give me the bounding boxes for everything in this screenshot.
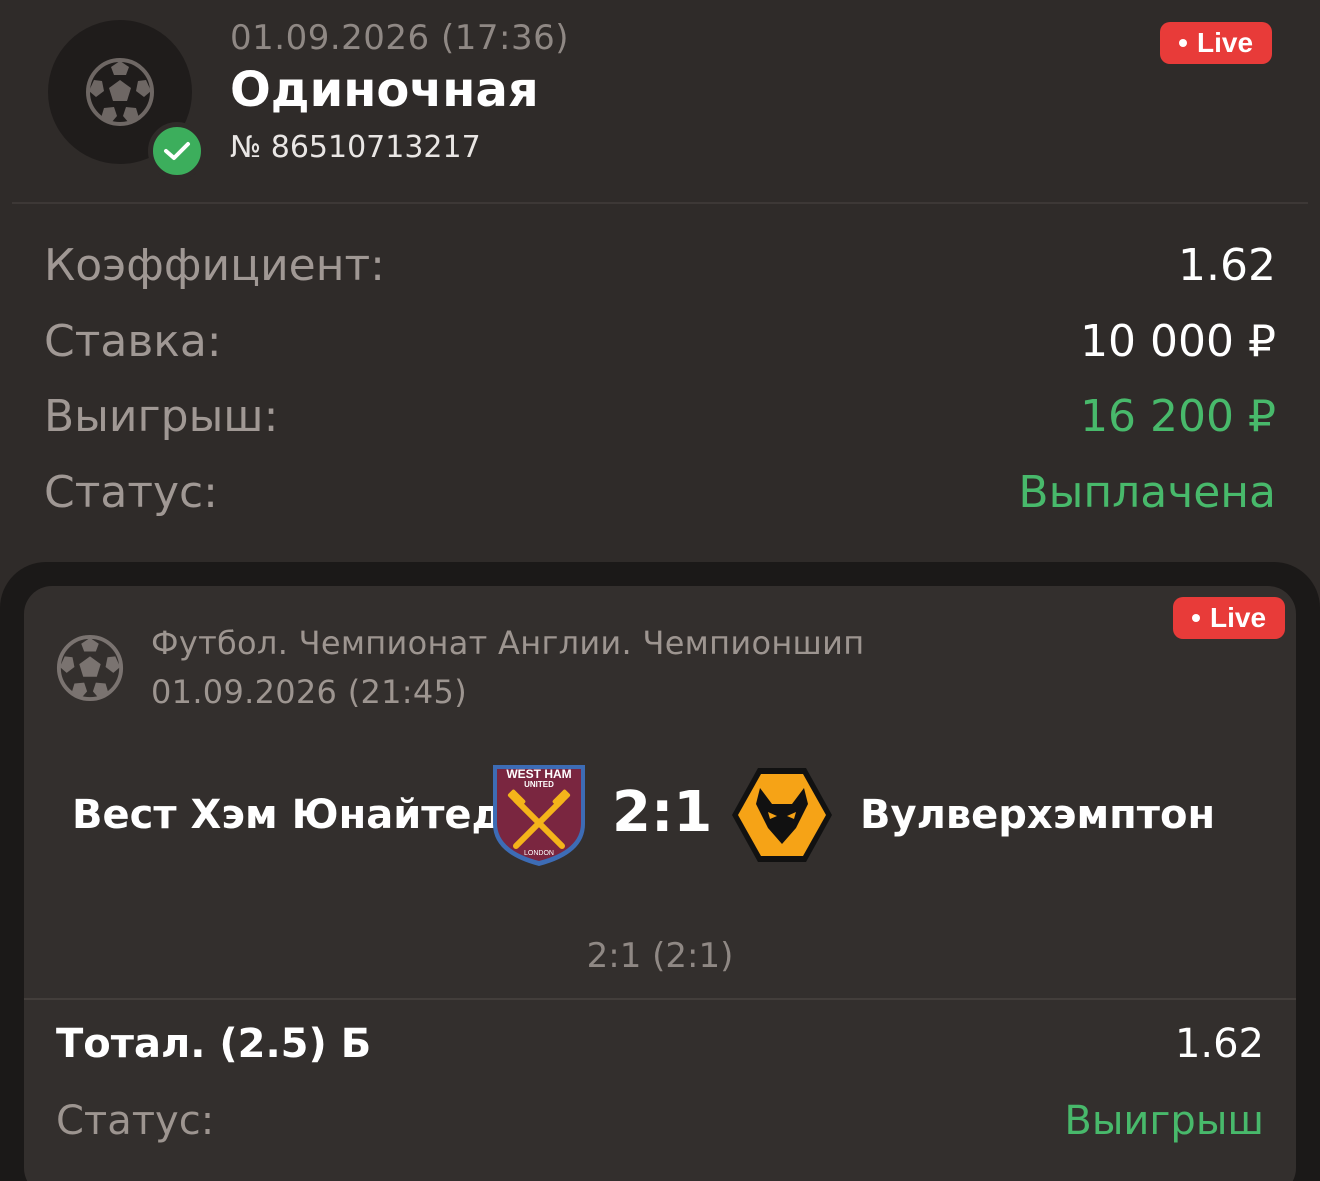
live-badge-label: Live bbox=[1196, 27, 1254, 58]
bet-number: № 86510713217 bbox=[230, 130, 481, 165]
coefficient-value: 1.62 bbox=[1178, 240, 1276, 291]
away-team-name: Вулверхэмптон bbox=[860, 792, 1216, 838]
football-icon bbox=[54, 632, 126, 704]
status-label: Статус: bbox=[44, 467, 219, 518]
stake-label: Ставка: bbox=[44, 316, 222, 367]
bet-details-screen: 01.09.2026 (17:36) Одиночная № 865107132… bbox=[0, 0, 1320, 1181]
west-ham-crest-icon: WEST HAM UNITED LONDON bbox=[493, 765, 585, 866]
divider bbox=[24, 998, 1296, 1000]
event-date: 01.09.2026 (21:45) bbox=[151, 673, 467, 711]
score-detail: 2:1 (2:1) bbox=[586, 936, 734, 976]
bet-date: 01.09.2026 (17:36) bbox=[230, 18, 569, 58]
win-label: Выигрыш: bbox=[44, 391, 279, 442]
live-badge: Live bbox=[1160, 22, 1272, 64]
stake-value: 10 000 ₽ bbox=[1080, 316, 1276, 367]
svg-text:WEST HAM: WEST HAM bbox=[506, 767, 571, 781]
live-dot-icon bbox=[1191, 614, 1200, 622]
bet-type-title: Одиночная bbox=[230, 62, 539, 118]
bet-market-odds: 1.62 bbox=[1174, 1021, 1264, 1067]
match-score: 2:1 bbox=[612, 780, 713, 845]
win-value: 16 200 ₽ bbox=[1080, 391, 1276, 442]
status-value: Выплачена bbox=[1018, 467, 1276, 518]
event-status-value: Выигрыш bbox=[1064, 1098, 1264, 1144]
event-status-label: Статус: bbox=[56, 1098, 215, 1144]
event-league: Футбол. Чемпионат Англии. Чемпионшип bbox=[151, 624, 865, 662]
event-live-badge-label: Live bbox=[1209, 602, 1267, 633]
home-team-name: Вест Хэм Юнайтед bbox=[72, 792, 504, 838]
svg-text:LONDON: LONDON bbox=[524, 850, 554, 857]
coefficient-label: Коэффициент: bbox=[44, 240, 385, 291]
svg-text:UNITED: UNITED bbox=[524, 780, 554, 789]
bet-market: Тотал. (2.5) Б bbox=[56, 1021, 372, 1067]
check-icon bbox=[148, 122, 206, 180]
event-live-badge: Live bbox=[1173, 597, 1285, 639]
live-dot-icon bbox=[1178, 39, 1187, 47]
wolves-crest-icon bbox=[732, 768, 832, 862]
divider bbox=[12, 202, 1308, 204]
